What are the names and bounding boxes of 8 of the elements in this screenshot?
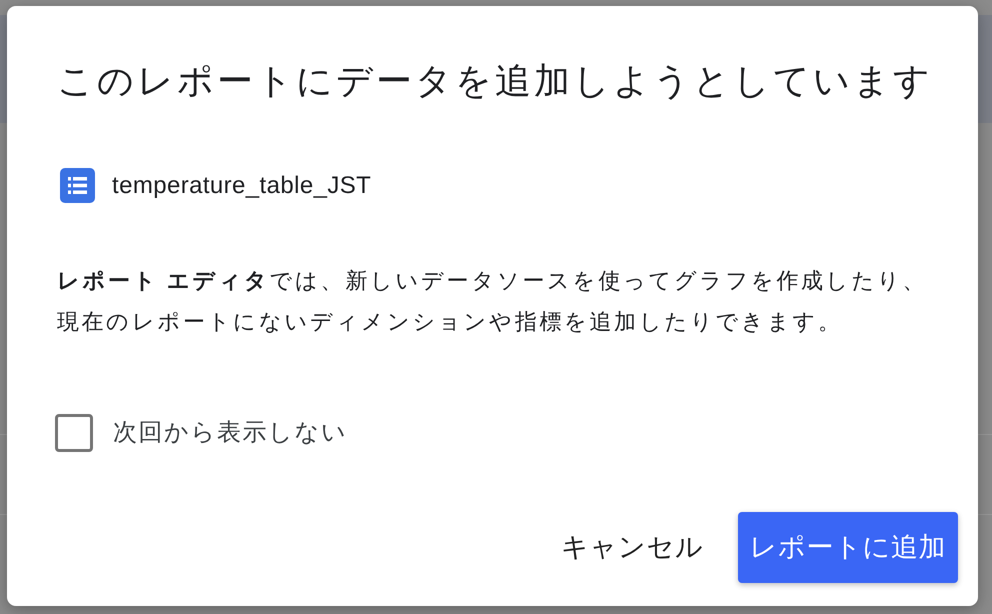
add-to-report-button[interactable]: レポートに追加 [738,512,958,583]
table-list-icon [60,168,95,203]
dialog-title: このレポートにデータを追加しようとしています [57,59,934,103]
description-text: レポート エディタでは、新しいデータソースを使ってグラフを作成したり、現在のレポートにないディメンションや指標を追加したりできます。 [57,267,928,336]
cancel-button[interactable]: キャンセル [545,512,720,583]
checkbox-label: 次回から表示しない [113,418,348,448]
checkbox[interactable] [55,414,93,452]
data-source-name: temperature_table_JST [112,170,372,200]
